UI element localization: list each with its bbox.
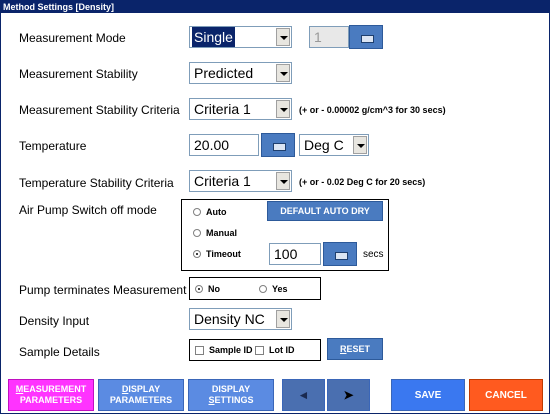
stability-criteria-hint: (+ or - 0.00002 g/cm^3 for 30 secs) xyxy=(299,105,446,115)
keyboard-icon-button[interactable] xyxy=(323,242,357,266)
stability-criteria-select[interactable]: Criteria 1 xyxy=(189,98,292,120)
method-settings-window: Method Settings [Density] Measurement Mo… xyxy=(0,0,550,414)
chevron-down-icon xyxy=(276,28,290,46)
chevron-down-icon xyxy=(276,310,290,328)
measurement-mode-label: Measurement Mode xyxy=(19,31,126,45)
display-parameters-tab[interactable]: DISPLAY PARAMETERS xyxy=(98,379,184,411)
chevron-down-icon xyxy=(353,136,367,154)
pump-terminates-label: Pump terminates Measurement xyxy=(19,283,187,297)
chevron-down-icon xyxy=(276,100,290,118)
measurement-stability-label: Measurement Stability xyxy=(19,67,138,81)
sample-id-checkbox[interactable]: Sample ID xyxy=(195,345,253,355)
timeout-input[interactable]: 100 xyxy=(269,243,321,265)
temp-stability-criteria-value: Criteria 1 xyxy=(194,173,251,189)
measurement-parameters-tab[interactable]: MEASUREMENT PARAMETERS xyxy=(8,379,94,411)
stability-criteria-label: Measurement Stability Criteria xyxy=(19,103,180,117)
save-button[interactable]: SAVE xyxy=(391,379,465,411)
keyboard-icon-button[interactable] xyxy=(261,133,295,157)
sample-details-label: Sample Details xyxy=(19,345,100,359)
display-settings-tab[interactable]: DISPLAY SETTINGS xyxy=(188,379,274,411)
temperature-unit-value: Deg C xyxy=(304,137,344,153)
cancel-button[interactable]: CANCEL xyxy=(469,379,543,411)
window-title: Method Settings [Density] xyxy=(1,1,549,13)
air-pump-radio-manual[interactable]: Manual xyxy=(193,228,237,238)
pump-terminates-radio-yes[interactable]: Yes xyxy=(259,284,288,294)
timeout-unit-label: secs xyxy=(363,249,384,260)
measurement-count-field: 1 xyxy=(309,26,349,48)
temperature-label: Temperature xyxy=(19,139,87,153)
air-pump-radio-timeout[interactable]: Timeout xyxy=(193,249,241,259)
measurement-stability-select[interactable]: Predicted xyxy=(189,62,292,84)
next-button[interactable]: ➤ xyxy=(327,379,370,411)
measurement-mode-value: Single xyxy=(192,27,235,47)
left-arrow-icon: ◄ xyxy=(297,387,310,402)
air-pump-label: Air Pump Switch off mode xyxy=(19,203,157,217)
chevron-down-icon xyxy=(276,64,290,82)
density-input-value: Density NC xyxy=(194,311,265,327)
density-input-select[interactable]: Density NC xyxy=(189,308,292,330)
chevron-down-icon xyxy=(276,172,290,190)
measurement-mode-select[interactable]: Single xyxy=(189,26,292,48)
reset-button[interactable]: RESET xyxy=(327,338,383,360)
temp-stability-criteria-hint: (+ or - 0.02 Deg C for 20 secs) xyxy=(299,177,426,187)
temp-stability-criteria-label: Temperature Stability Criteria xyxy=(19,176,174,190)
temp-stability-criteria-select[interactable]: Criteria 1 xyxy=(189,170,292,192)
temperature-unit-select[interactable]: Deg C xyxy=(299,134,369,156)
keyboard-icon-button[interactable] xyxy=(349,25,383,49)
right-arrow-icon: ➤ xyxy=(343,387,354,402)
default-auto-dry-button[interactable]: DEFAULT AUTO DRY xyxy=(267,201,383,221)
lot-id-checkbox[interactable]: Lot ID xyxy=(255,345,295,355)
density-input-label: Density Input xyxy=(19,314,90,328)
air-pump-radio-auto[interactable]: Auto xyxy=(193,207,227,217)
temperature-input[interactable]: 20.00 xyxy=(189,134,259,156)
measurement-stability-value: Predicted xyxy=(194,65,254,81)
stability-criteria-value: Criteria 1 xyxy=(194,101,251,117)
pump-terminates-radio-no[interactable]: No xyxy=(195,284,220,294)
prev-button[interactable]: ◄ xyxy=(282,379,325,411)
